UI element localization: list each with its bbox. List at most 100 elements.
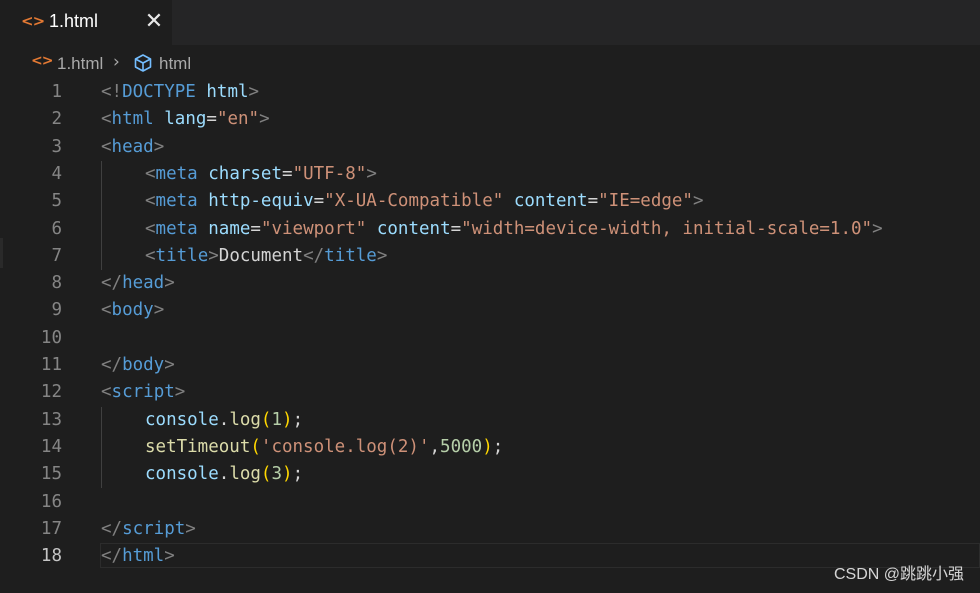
line-number: 13 bbox=[40, 409, 62, 430]
code-token: "UTF-8" bbox=[292, 163, 367, 184]
code-token: < bbox=[101, 300, 112, 321]
code-token: . bbox=[218, 464, 230, 485]
line-number: 17 bbox=[40, 518, 62, 539]
code-text: console.log(1); bbox=[145, 407, 303, 434]
line-number: 14 bbox=[40, 436, 62, 457]
tab-label: 1.html bbox=[49, 11, 99, 31]
code-token: lang bbox=[164, 109, 207, 130]
code-token: = bbox=[450, 218, 462, 239]
code-text: console.log(3); bbox=[145, 461, 303, 488]
code-token: <! bbox=[101, 82, 123, 102]
code-token: , bbox=[429, 436, 441, 457]
code-token: < bbox=[145, 218, 156, 239]
code-token: = bbox=[587, 191, 599, 212]
code-token: > bbox=[164, 273, 175, 294]
code-token: > bbox=[153, 136, 165, 157]
code-text: <meta http-equiv="X-UA-Compatible" conte… bbox=[145, 188, 704, 215]
close-icon[interactable]: ✕ bbox=[141, 7, 167, 37]
code-token: . bbox=[218, 409, 230, 430]
code-token: < bbox=[145, 163, 156, 184]
code-line[interactable]: 16 bbox=[0, 489, 980, 516]
code-line[interactable]: 4 <meta charset="UTF-8"> bbox=[0, 161, 980, 188]
code-line[interactable]: 6 <meta name="viewport" content="width=de… bbox=[0, 216, 980, 243]
code-token: Document bbox=[218, 245, 304, 266]
watermark: CSDN @跳跳小强 bbox=[833, 566, 964, 583]
breadcrumb-file[interactable]: 1.html bbox=[57, 54, 103, 74]
code-token: title bbox=[155, 245, 209, 266]
code-token: 1 bbox=[271, 409, 283, 430]
html-file-icon: <> bbox=[31, 53, 53, 69]
code-token: ) bbox=[482, 436, 493, 457]
code-line[interactable]: 3 <head> bbox=[0, 134, 980, 161]
code-token: = bbox=[250, 218, 261, 239]
code-token: DOCTYPE bbox=[122, 82, 196, 102]
code-token: > bbox=[208, 245, 219, 266]
line-number: 11 bbox=[40, 355, 62, 375]
code-text: <html lang="en"> bbox=[101, 106, 270, 133]
code-token: > bbox=[366, 163, 377, 184]
code-text: <body> bbox=[101, 297, 164, 324]
code-token: 'console.log(2)' bbox=[260, 436, 430, 457]
code-line[interactable]: 11 </body> bbox=[0, 352, 980, 379]
line-number: 2 bbox=[51, 109, 62, 130]
indent-guide bbox=[101, 406, 102, 489]
code-token: ( bbox=[260, 409, 272, 430]
code-token: log bbox=[229, 464, 261, 485]
code-line[interactable]: 8 </head> bbox=[0, 270, 980, 297]
line-number: 7 bbox=[51, 245, 62, 266]
code-line[interactable]: 7 <title>Document</title> bbox=[0, 243, 980, 270]
code-line[interactable]: 14 setTimeout('console.log(2)',5000); bbox=[0, 434, 980, 461]
code-text: <title>Document</title> bbox=[145, 243, 387, 270]
code-token: charset bbox=[208, 163, 283, 184]
code-token: "en" bbox=[216, 109, 260, 130]
code-token: head bbox=[111, 136, 154, 157]
code-token: log bbox=[229, 409, 261, 430]
code-line[interactable]: 5 <meta http-equiv="X-UA-Compatible" cont… bbox=[0, 188, 980, 215]
tab-1-html[interactable]: <> 1.html ✕ bbox=[0, 0, 172, 45]
code-token: > bbox=[164, 546, 175, 567]
line-number: 8 bbox=[51, 273, 62, 294]
code-line[interactable]: 9 <body> bbox=[0, 297, 980, 324]
code-token: 5000 bbox=[440, 436, 483, 457]
code-token: body bbox=[111, 300, 154, 321]
code-editor[interactable]: 1 <!DOCTYPE html> 2 <html lang="en"> 3 <head>… bbox=[0, 79, 980, 579]
code-token: content bbox=[376, 218, 451, 239]
code-line[interactable]: 1 <!DOCTYPE html> bbox=[0, 79, 980, 106]
code-line[interactable]: 17 </script> bbox=[0, 516, 980, 543]
code-text: </head> bbox=[101, 270, 175, 297]
code-token: head bbox=[122, 273, 165, 294]
code-token: < bbox=[101, 136, 112, 157]
code-text: <meta name="viewport" content="width=dev… bbox=[145, 216, 883, 243]
line-number: 4 bbox=[51, 163, 62, 184]
code-token: </ bbox=[101, 273, 123, 294]
code-token: < bbox=[101, 109, 112, 130]
code-line[interactable]: 13 console.log(1); bbox=[0, 407, 980, 434]
code-token: > bbox=[185, 518, 196, 539]
code-token: > bbox=[164, 355, 175, 375]
code-line[interactable]: 2 <html lang="en"> bbox=[0, 106, 980, 133]
code-text: </body> bbox=[101, 352, 175, 379]
code-token: title bbox=[324, 245, 377, 266]
code-line[interactable]: 10 bbox=[0, 325, 980, 352]
code-token: 3 bbox=[271, 464, 283, 485]
code-token: "IE=edge" bbox=[598, 191, 693, 212]
code-text: setTimeout('console.log(2)',5000); bbox=[145, 434, 503, 461]
code-token: </ bbox=[101, 355, 123, 375]
code-token: ) bbox=[282, 409, 293, 430]
code-token: > bbox=[692, 191, 704, 212]
code-token: "X-UA-Compatible" bbox=[324, 191, 504, 212]
code-token: ( bbox=[250, 436, 261, 457]
code-line[interactable]: 15 console.log(3); bbox=[0, 461, 980, 488]
code-token: http-equiv bbox=[208, 191, 314, 212]
code-text: <head> bbox=[101, 134, 164, 161]
line-number: 9 bbox=[51, 300, 62, 321]
code-text: </script> bbox=[101, 516, 196, 543]
code-line[interactable]: 12 <script> bbox=[0, 379, 980, 406]
breadcrumb-element[interactable]: html bbox=[159, 54, 191, 74]
code-token: console bbox=[145, 464, 219, 485]
code-token: > bbox=[376, 245, 388, 266]
